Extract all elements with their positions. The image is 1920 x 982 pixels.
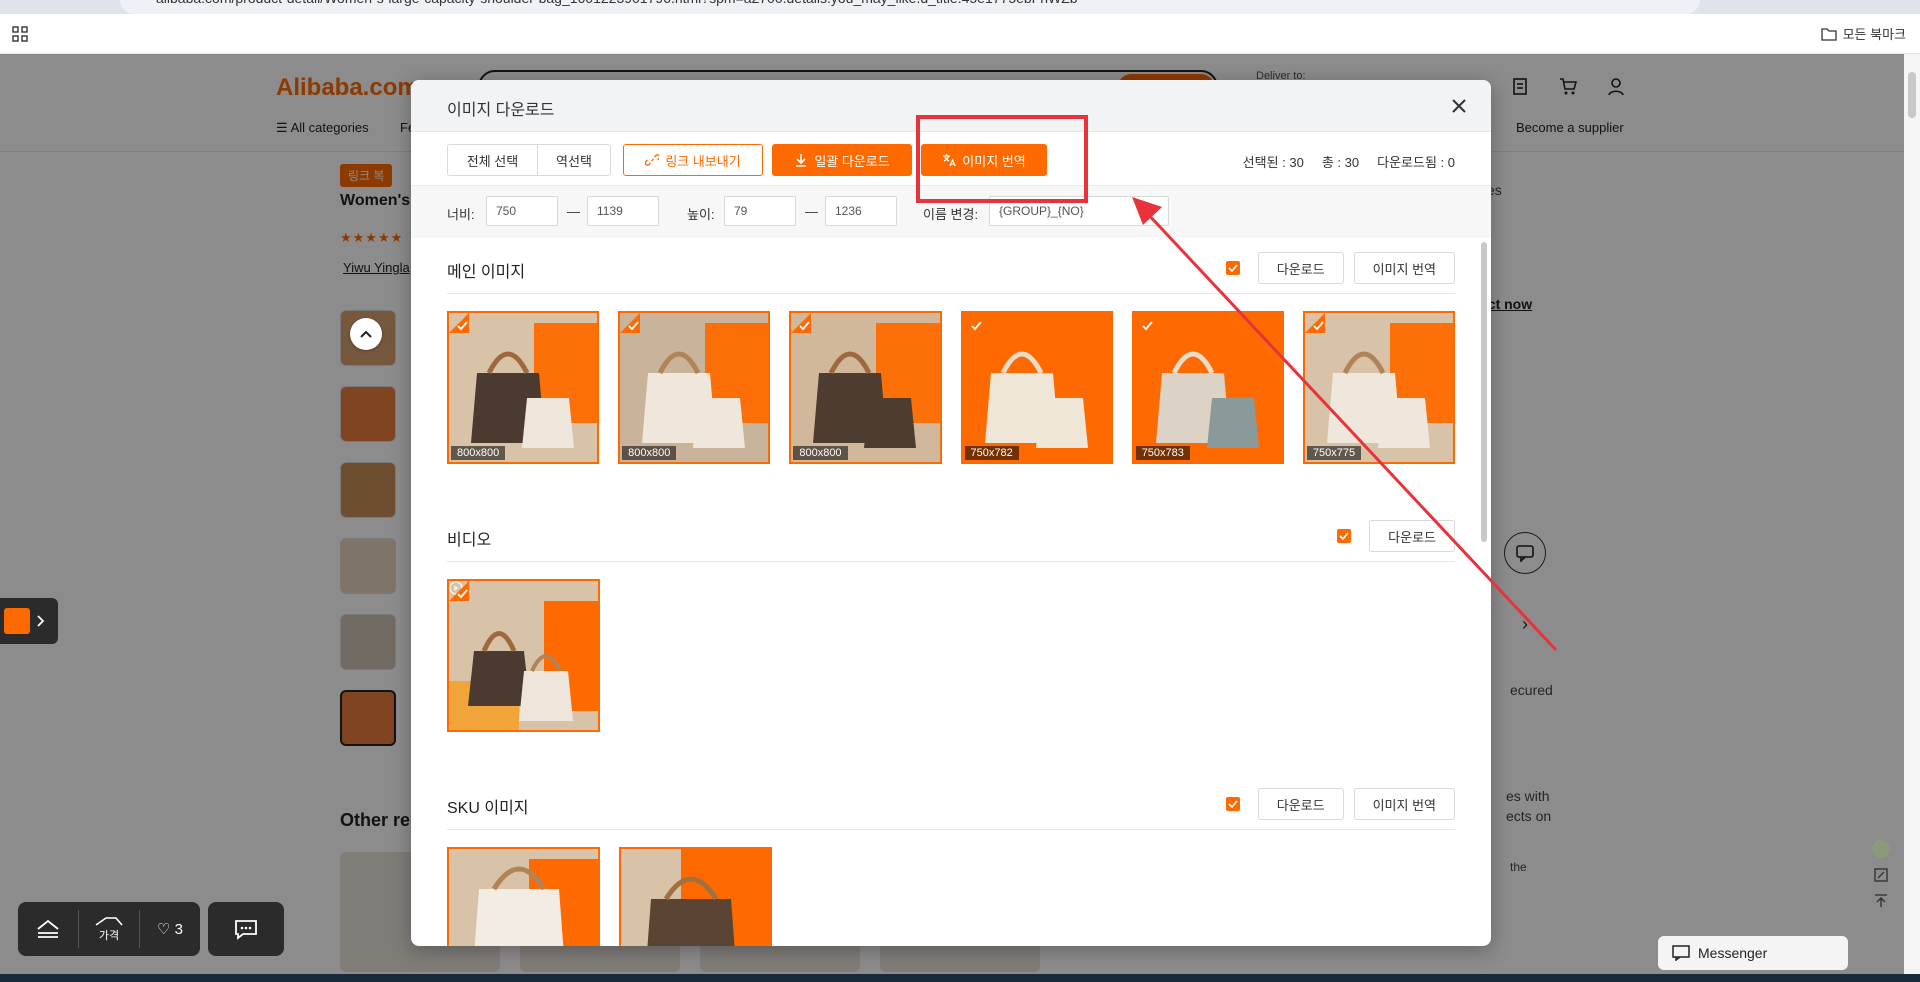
thumbs-scroll-up-button[interactable] — [350, 318, 382, 350]
annotation-arrow — [1144, 210, 1558, 652]
annotation-arrowhead — [1132, 197, 1162, 225]
annotation-arrow-layer — [1132, 197, 1558, 652]
chevron-up-icon — [360, 330, 372, 338]
